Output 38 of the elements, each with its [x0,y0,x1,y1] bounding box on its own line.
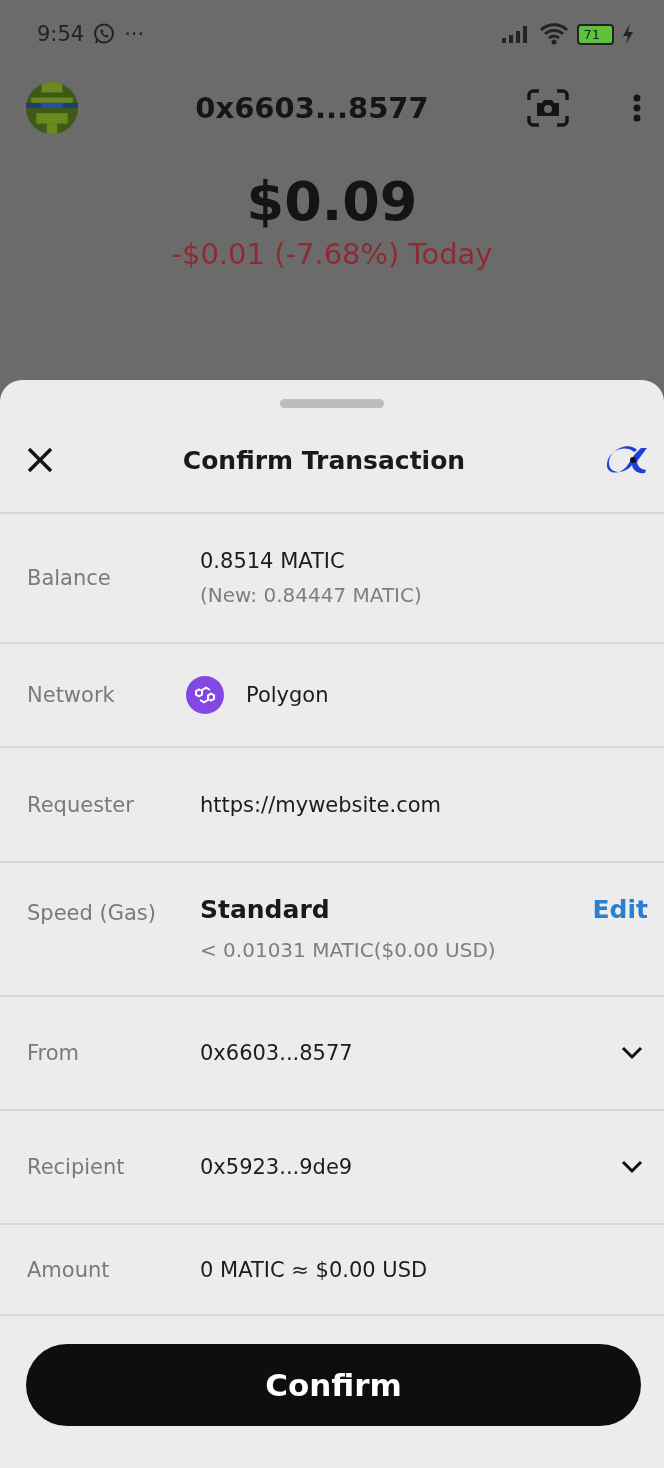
field-value: https://mywebsite.com [200,792,443,817]
confirm-button[interactable]: Confirm [26,1344,641,1426]
chevron-icon[interactable] [621,1160,643,1174]
wallet-address[interactable]: 0x6603...8577 [98,91,526,125]
edit-link[interactable]: Edit [592,895,648,924]
field-label: Speed (Gas) [27,901,157,925]
field-value: Polygon [246,683,329,707]
account-avatar[interactable] [26,82,78,134]
app-logo [604,444,648,476]
field-value: 0.8514 MATIC [200,549,346,573]
sheet-title: Confirm Transaction [181,445,467,475]
field-value: 0x6603...8577 [200,1041,354,1065]
field-label: From [27,1041,81,1065]
close-button[interactable] [26,446,54,474]
field-value: 0 MATIC ≈ $0.00 USD [200,1257,429,1282]
more-menu-icon[interactable] [632,93,642,123]
gas-fee: < 0.01031 MATIC($0.00 USD) [200,938,497,962]
chevron-icon[interactable] [621,1046,643,1060]
field-value: 0x5923...9de9 [200,1155,354,1179]
notification-more: ··· [124,22,145,46]
gas-speed: Standard [200,895,331,924]
wifi-icon [539,22,570,46]
field-note: (New: 0.84447 MATIC) [200,583,423,607]
charging-icon [622,23,634,45]
field-label: Requester [27,792,135,817]
scan-icon[interactable] [526,88,570,128]
field-label: Amount [27,1257,111,1282]
drag-handle[interactable] [280,399,384,408]
chat-app-icon [92,22,117,46]
field-label: Balance [27,566,112,590]
total-balance: $0.09 [245,170,419,233]
polygon-network-icon [186,676,224,714]
clock: 9:54 [37,22,85,46]
battery-indicator: 71 [577,23,614,45]
field-label: Recipient [27,1155,126,1179]
close-icon [26,446,54,474]
balance-change: -$0.01 (-7.68%) Today [170,237,494,271]
field-label: Network [27,683,116,707]
